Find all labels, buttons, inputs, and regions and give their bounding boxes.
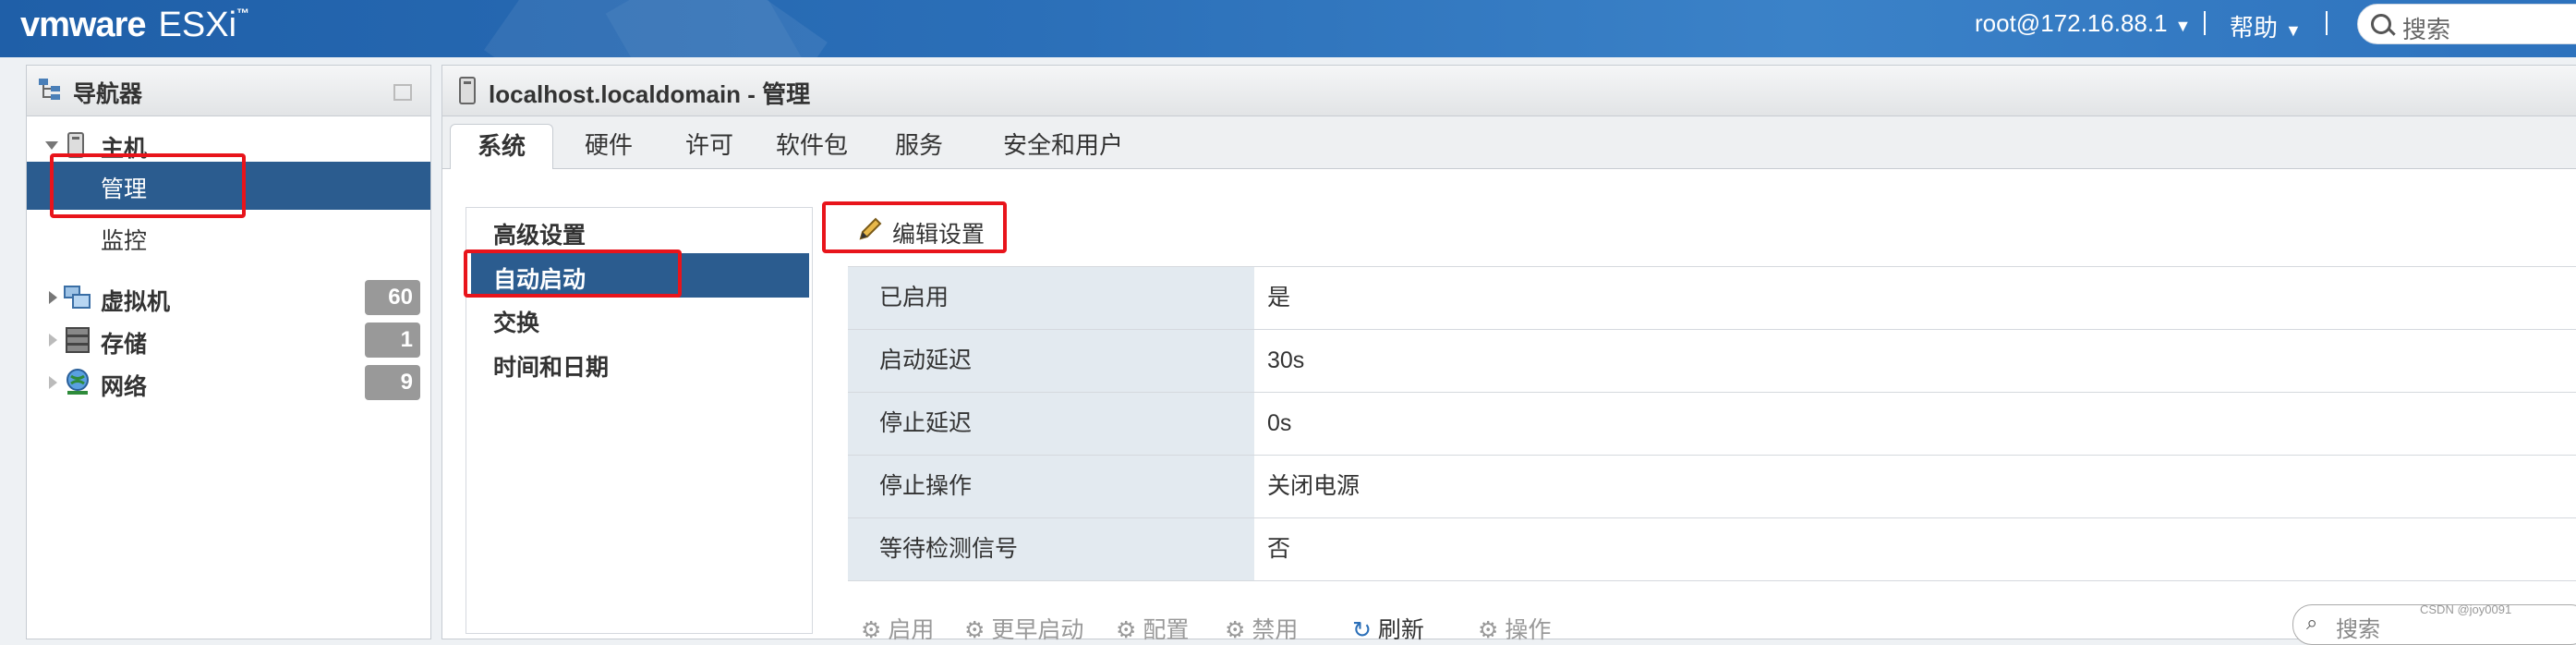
enable-icon: ⚙ — [861, 617, 889, 643]
expand-right-icon[interactable] — [49, 376, 57, 389]
tree-item-storage[interactable]: 存储 — [101, 326, 147, 359]
host-icon — [459, 77, 476, 104]
navigator-panel: 导航器 主机 管理 监控 虚拟机 60 存储 1 网络 9 — [26, 65, 431, 639]
configure-icon: ⚙ — [1116, 617, 1143, 643]
tree-item-network[interactable]: 网络 — [101, 369, 147, 402]
tab-security-users[interactable]: 安全和用户 — [987, 124, 1139, 168]
vms-count-badge: 60 — [365, 280, 420, 315]
help-menu[interactable]: 帮助 ▼ — [2230, 9, 2302, 43]
expand-right-icon[interactable] — [49, 291, 57, 304]
tab-system[interactable]: 系统 — [450, 124, 553, 169]
search-icon — [2371, 14, 2391, 34]
enable-label: 启用 — [888, 617, 935, 643]
global-search-input[interactable]: 搜索 — [2357, 4, 2576, 44]
setting-value: 30s — [1267, 347, 1305, 373]
configure-label: 配置 — [1143, 617, 1190, 643]
refresh-button[interactable]: ↻ 刷新 — [1352, 612, 1424, 645]
subnav-time-date[interactable]: 时间和日期 — [493, 349, 609, 383]
table-row: 停止延迟 0s — [848, 393, 2576, 456]
navigator-icon — [39, 79, 60, 100]
tab-license[interactable]: 许可 — [668, 124, 751, 168]
setting-key: 等待检测信号 — [848, 518, 1254, 580]
actions-label: 操作 — [1505, 617, 1552, 643]
disable-button[interactable]: ⚙ 禁用 — [1225, 612, 1298, 645]
watermark: CSDN @joy0091 — [2420, 602, 2512, 616]
network-globe-icon — [67, 369, 89, 395]
expand-down-icon[interactable] — [45, 141, 58, 150]
setting-value: 关闭电源 — [1267, 473, 1361, 499]
expand-right-icon[interactable] — [49, 334, 57, 347]
tree-item-vms[interactable]: 虚拟机 — [101, 284, 170, 317]
start-earlier-label: 更早启动 — [991, 617, 1084, 643]
setting-value: 否 — [1267, 536, 1291, 562]
refresh-label: 刷新 — [1377, 617, 1424, 643]
tab-bar: 系统 硬件 许可 软件包 服务 安全和用户 — [442, 116, 2576, 169]
disable-label: 禁用 — [1252, 617, 1299, 643]
subnav-swap[interactable]: 交换 — [493, 305, 539, 338]
table-row: 停止操作 关闭电源 — [848, 456, 2576, 518]
search-icon: ⌕ — [2306, 611, 2318, 634]
actions-button[interactable]: ⚙ 操作 — [1478, 612, 1551, 645]
table-row: 已启用是 — [848, 267, 2576, 330]
vm-icon — [64, 286, 91, 309]
gear-icon: ⚙ — [1478, 617, 1506, 643]
setting-key: 停止操作 — [848, 456, 1254, 517]
main-header: localhost.localdomain - 管理 — [442, 66, 2576, 116]
setting-key: 启动延迟 — [848, 330, 1254, 392]
highlight-box-manage — [50, 153, 246, 218]
tab-hardware[interactable]: 硬件 — [562, 124, 655, 168]
tree-item-monitor[interactable]: 监控 — [101, 223, 147, 256]
setting-value: 0s — [1267, 410, 1292, 436]
highlight-box-edit-settings — [822, 201, 1007, 253]
storage-icon — [66, 327, 90, 353]
page-title: localhost.localdomain - 管理 — [489, 80, 811, 108]
network-count-badge: 9 — [365, 365, 420, 400]
tab-services[interactable]: 服务 — [873, 124, 965, 168]
autostart-settings-table: 已启用是 启动延迟 30s 停止延迟 0s 停止操作 关闭电源 等待检测信号否 — [848, 266, 2576, 581]
tab-packages[interactable]: 软件包 — [766, 124, 858, 168]
navigator-title: 导航器 — [73, 81, 143, 107]
storage-count-badge: 1 — [365, 322, 420, 358]
user-menu[interactable]: root@172.16.88.1 ▼ — [1975, 9, 2191, 38]
setting-value: 是 — [1267, 285, 1291, 310]
table-row: 启动延迟 30s — [848, 330, 2576, 393]
setting-key: 已启用 — [848, 267, 1254, 329]
subnav-advanced-settings[interactable]: 高级设置 — [493, 217, 586, 250]
enable-button[interactable]: ⚙ 启用 — [861, 612, 934, 645]
disable-icon: ⚙ — [1225, 617, 1252, 643]
vmware-logo: vmware ESXi™ — [20, 6, 249, 44]
start-earlier-icon: ⚙ — [964, 617, 992, 643]
table-row: 等待检测信号否 — [848, 518, 2576, 581]
top-bar: vmware ESXi™ root@172.16.88.1 ▼ 帮助 ▼ 搜索 — [0, 0, 2576, 57]
highlight-box-autostart — [464, 249, 682, 298]
collapse-icon[interactable] — [393, 84, 412, 101]
navigator-header: 导航器 — [27, 66, 430, 116]
start-earlier-button[interactable]: ⚙ 更早启动 — [964, 612, 1083, 645]
setting-key: 停止延迟 — [848, 393, 1254, 455]
configure-button[interactable]: ⚙ 配置 — [1116, 612, 1189, 645]
refresh-icon: ↻ — [1352, 617, 1378, 643]
